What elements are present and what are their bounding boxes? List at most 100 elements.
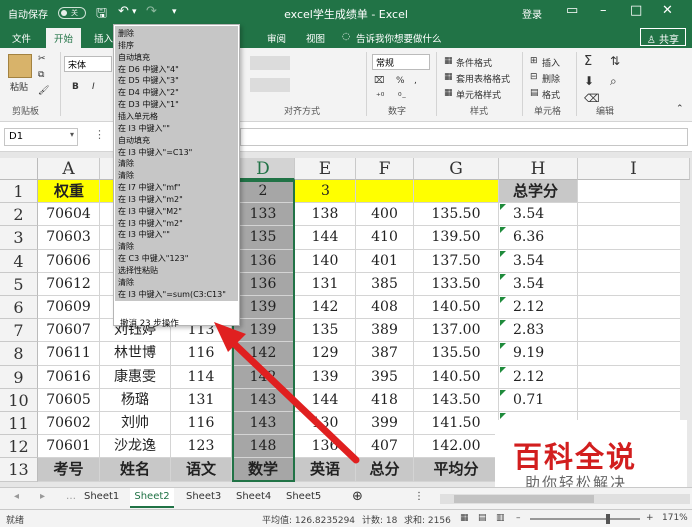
table-format-button[interactable]: 套用表格格式 (456, 72, 510, 85)
login-link[interactable]: 登录 (522, 6, 542, 21)
formula-input[interactable] (240, 128, 688, 146)
column-header-d[interactable]: D (232, 158, 295, 180)
error-indicator-icon[interactable] (500, 320, 506, 327)
cell-f11[interactable]: 399 (356, 412, 414, 436)
cell-g3[interactable]: 139.50 (414, 226, 499, 250)
conditional-format-button[interactable]: 条件格式 (456, 56, 492, 69)
add-sheet-icon[interactable]: ⊕ (352, 489, 363, 504)
cell-d3[interactable]: 135 (232, 226, 295, 250)
column-header-h[interactable]: H (499, 158, 578, 180)
horizontal-scrollbar[interactable] (440, 494, 690, 504)
cell-g1[interactable] (414, 180, 499, 204)
row-header[interactable]: 13 (0, 458, 38, 482)
tab-home[interactable]: 开始 (46, 28, 82, 48)
undo-history-item[interactable]: 在 I3 中键入"=C13" (118, 147, 192, 158)
sheet-tab-5[interactable]: Sheet5 (286, 491, 321, 502)
find-select-icon[interactable]: ⌕ (610, 74, 617, 89)
cell-i5[interactable] (578, 272, 690, 296)
zoom-in-icon[interactable]: + (646, 513, 654, 523)
cell-b12[interactable]: 沙龙逸 (100, 435, 171, 459)
close-icon[interactable]: ✕ (662, 3, 673, 18)
row-header[interactable]: 3 (0, 226, 38, 250)
cell-a3[interactable]: 70603 (38, 226, 100, 250)
bold-button[interactable]: B (72, 82, 79, 92)
row-header[interactable]: 10 (0, 388, 38, 412)
cell-e5[interactable]: 131 (295, 272, 356, 296)
cell-i9[interactable] (578, 365, 690, 389)
cancel-formula-icon[interactable]: ⋮ (94, 128, 105, 141)
zoom-out-icon[interactable]: – (516, 513, 521, 523)
autosum-icon[interactable]: Σ (584, 54, 592, 69)
cell-g6[interactable]: 140.50 (414, 296, 499, 320)
cell-d7[interactable]: 139 (232, 319, 295, 343)
collapse-ribbon-icon[interactable]: ⌃ (676, 104, 684, 114)
cell-f13[interactable]: 总分 (356, 458, 414, 482)
row-header[interactable]: 2 (0, 203, 38, 227)
row-header[interactable]: 9 (0, 365, 38, 389)
error-indicator-icon[interactable] (500, 204, 506, 211)
cell-g9[interactable]: 140.50 (414, 365, 499, 389)
cell-f6[interactable]: 408 (356, 296, 414, 320)
cell-e13[interactable]: 英语 (295, 458, 356, 482)
next-sheet-icon[interactable]: ▸ (40, 491, 45, 502)
cell-i6[interactable] (578, 296, 690, 320)
cell-a4[interactable]: 70606 (38, 249, 100, 273)
conditional-format-icon[interactable]: ▦ (444, 56, 453, 66)
undo-history-item[interactable]: 在 I3 中键入"" (118, 123, 170, 134)
sheet-tab-3[interactable]: Sheet3 (186, 491, 221, 502)
cell-g11[interactable]: 141.50 (414, 412, 499, 436)
cell-i8[interactable] (578, 342, 690, 366)
zoom-slider[interactable] (530, 514, 640, 524)
undo-history-item[interactable]: 在 D6 中键入"4" (118, 64, 179, 75)
sheet-tab-1[interactable]: Sheet1 (84, 491, 119, 502)
column-header-i[interactable]: I (578, 158, 690, 180)
error-indicator-icon[interactable] (500, 297, 506, 303)
cell-h7[interactable]: 2.83 (499, 319, 578, 343)
error-indicator-icon[interactable] (500, 343, 506, 350)
cell-e7[interactable]: 135 (295, 319, 356, 343)
cell-f9[interactable]: 395 (356, 365, 414, 389)
cell-a6[interactable]: 70609 (38, 296, 100, 320)
cell-i1[interactable] (578, 180, 690, 204)
column-header-g[interactable]: G (414, 158, 499, 180)
share-button[interactable]: ♙ 共享 (639, 28, 686, 46)
cell-e9[interactable]: 139 (295, 365, 356, 389)
delete-cells-button[interactable]: 删除 (542, 72, 560, 85)
row-header[interactable]: 8 (0, 342, 38, 366)
row-header[interactable]: 11 (0, 412, 38, 436)
zoom-level[interactable]: 171% (662, 513, 688, 523)
name-box[interactable]: D1 (4, 128, 78, 146)
cell-c10[interactable]: 131 (171, 388, 232, 412)
cell-f8[interactable]: 387 (356, 342, 414, 366)
cell-e4[interactable]: 140 (295, 249, 356, 273)
minimize-icon[interactable]: – (600, 3, 607, 18)
cell-b13[interactable]: 姓名 (100, 458, 171, 482)
cell-style-icon[interactable]: ▦ (444, 88, 453, 98)
insert-cells-icon[interactable]: ⊞ (530, 56, 538, 66)
tab-review[interactable]: 审阅 (267, 31, 286, 45)
undo-history-item[interactable]: 在 I3 中键入"M2" (118, 206, 182, 217)
cell-f1[interactable] (356, 180, 414, 204)
cell-e12[interactable]: 136 (295, 435, 356, 459)
row-header[interactable]: 1 (0, 180, 38, 204)
undo-history-item[interactable]: 自动填充 (118, 52, 150, 63)
undo-history-item[interactable]: 清除 (118, 241, 134, 252)
cell-d8[interactable]: 142 (232, 342, 295, 366)
undo-history-item[interactable]: 在 D5 中键入"3" (118, 75, 179, 86)
row-header[interactable]: 4 (0, 249, 38, 273)
cell-f7[interactable]: 389 (356, 319, 414, 343)
row-header[interactable]: 7 (0, 319, 38, 343)
cell-d12[interactable]: 148 (232, 435, 295, 459)
format-cells-button[interactable]: 格式 (542, 88, 560, 101)
cell-i3[interactable] (578, 226, 690, 250)
cell-d6[interactable]: 139 (232, 296, 295, 320)
cell-g4[interactable]: 137.50 (414, 249, 499, 273)
undo-history-item[interactable]: 删除 (118, 28, 134, 39)
row-header[interactable]: 6 (0, 296, 38, 320)
cell-c12[interactable]: 123 (171, 435, 232, 459)
cell-e1[interactable]: 3 (295, 180, 356, 204)
insert-cells-button[interactable]: 插入 (542, 56, 560, 69)
format-cells-icon[interactable]: ▤ (530, 88, 539, 98)
name-box-dropdown-icon[interactable]: ▾ (70, 130, 74, 139)
cell-d1[interactable]: 2 (232, 180, 295, 204)
